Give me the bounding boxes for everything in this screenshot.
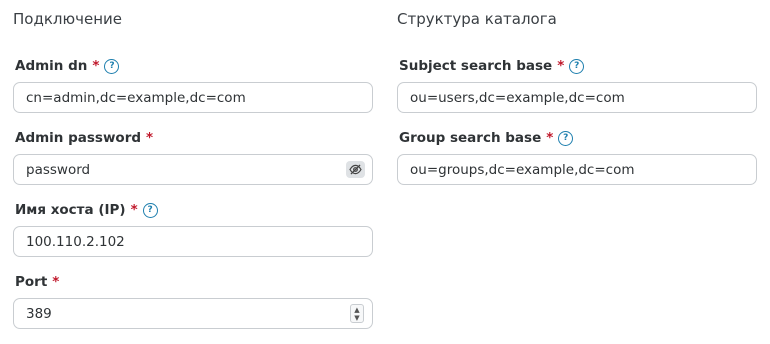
group-search-base-label: Group search base (399, 130, 542, 146)
subject-search-base-label-row: Subject search base * ? (397, 56, 757, 76)
required-marker: * (52, 274, 60, 290)
help-circle-icon[interactable]: ? (104, 58, 120, 74)
connection-title: Подключение (13, 10, 122, 28)
admin-dn-label: Admin dn (15, 58, 88, 74)
group-search-base-input[interactable]: ou=groups,dc=example,dc=com (397, 154, 757, 185)
admin-dn-value[interactable]: cn=admin,dc=example,dc=com (26, 83, 246, 112)
group-search-base-value[interactable]: ou=groups,dc=example,dc=com (410, 155, 635, 184)
required-marker: * (92, 58, 100, 74)
required-marker: * (546, 130, 554, 146)
port-field: Port * 389 ▲ ▼ (13, 272, 373, 329)
required-marker: * (557, 58, 565, 74)
required-marker: * (130, 202, 138, 218)
subject-search-base-label: Subject search base (399, 58, 553, 74)
admin-password-label-row: Admin password * (13, 128, 373, 148)
host-input[interactable]: 100.110.2.102 (13, 226, 373, 257)
eye-off-icon[interactable] (346, 161, 365, 178)
admin-dn-label-row: Admin dn * ? (13, 56, 373, 76)
port-label-row: Port * (13, 272, 373, 292)
help-circle-icon[interactable]: ? (142, 202, 158, 218)
host-field: Имя хоста (IP) * ? 100.110.2.102 (13, 200, 373, 257)
admin-password-value[interactable]: password (26, 155, 90, 184)
admin-dn-field: Admin dn * ? cn=admin,dc=example,dc=com (13, 56, 373, 113)
stepper-down-icon[interactable]: ▼ (354, 314, 359, 322)
host-label-row: Имя хоста (IP) * ? (13, 200, 373, 220)
subject-search-base-input[interactable]: ou=users,dc=example,dc=com (397, 82, 757, 113)
subject-search-base-field: Subject search base * ? ou=users,dc=exam… (397, 56, 757, 113)
group-search-base-label-row: Group search base * ? (397, 128, 757, 148)
port-label: Port (15, 274, 48, 290)
admin-password-input[interactable]: password (13, 154, 373, 185)
host-value[interactable]: 100.110.2.102 (26, 227, 125, 256)
admin-password-field: Admin password * password (13, 128, 373, 185)
subject-search-base-value[interactable]: ou=users,dc=example,dc=com (410, 83, 625, 112)
port-input[interactable]: 389 ▲ ▼ (13, 298, 373, 329)
group-search-base-field: Group search base * ? ou=groups,dc=examp… (397, 128, 757, 185)
help-circle-icon[interactable]: ? (569, 58, 585, 74)
stepper-icon[interactable]: ▲ ▼ (350, 304, 364, 323)
host-label: Имя хоста (IP) (15, 202, 126, 218)
stepper-up-icon[interactable]: ▲ (354, 306, 359, 314)
required-marker: * (146, 130, 154, 146)
help-circle-icon[interactable]: ? (558, 130, 574, 146)
admin-password-label: Admin password (15, 130, 142, 146)
directory-title: Структура каталога (397, 10, 557, 28)
port-value[interactable]: 389 (26, 299, 52, 328)
admin-dn-input[interactable]: cn=admin,dc=example,dc=com (13, 82, 373, 113)
